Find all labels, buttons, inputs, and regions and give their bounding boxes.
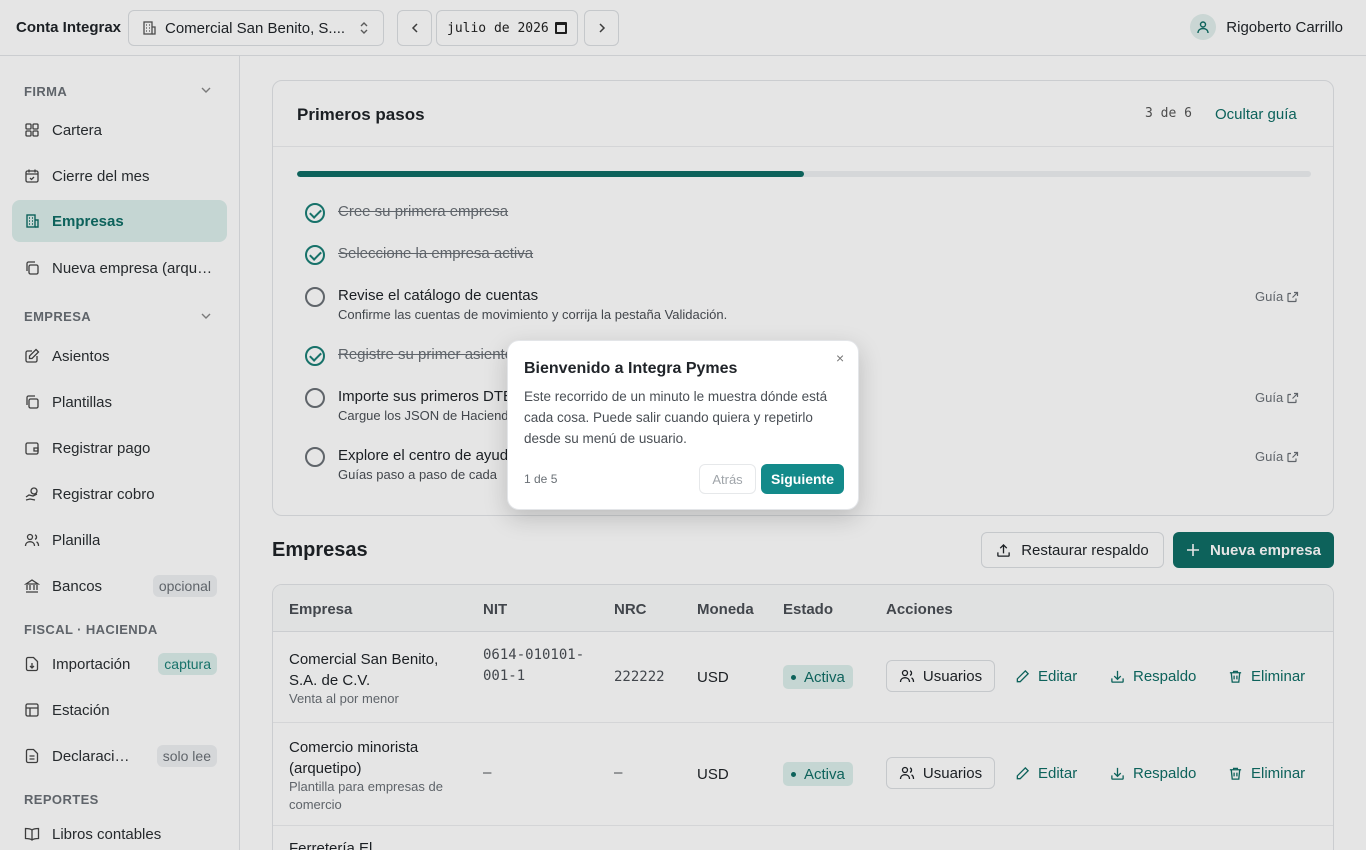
- back-button[interactable]: Atrás: [699, 464, 756, 494]
- next-button[interactable]: Siguiente: [761, 464, 844, 494]
- close-icon[interactable]: ×: [836, 350, 844, 366]
- tour-popover: Bienvenido a Integra Pymes × Este recorr…: [507, 340, 859, 510]
- tour-title: Bienvenido a Integra Pymes: [524, 360, 738, 377]
- tour-body: Este recorrido de un minuto le muestra d…: [524, 389, 828, 446]
- tour-step-indicator: 1 de 5: [524, 472, 558, 486]
